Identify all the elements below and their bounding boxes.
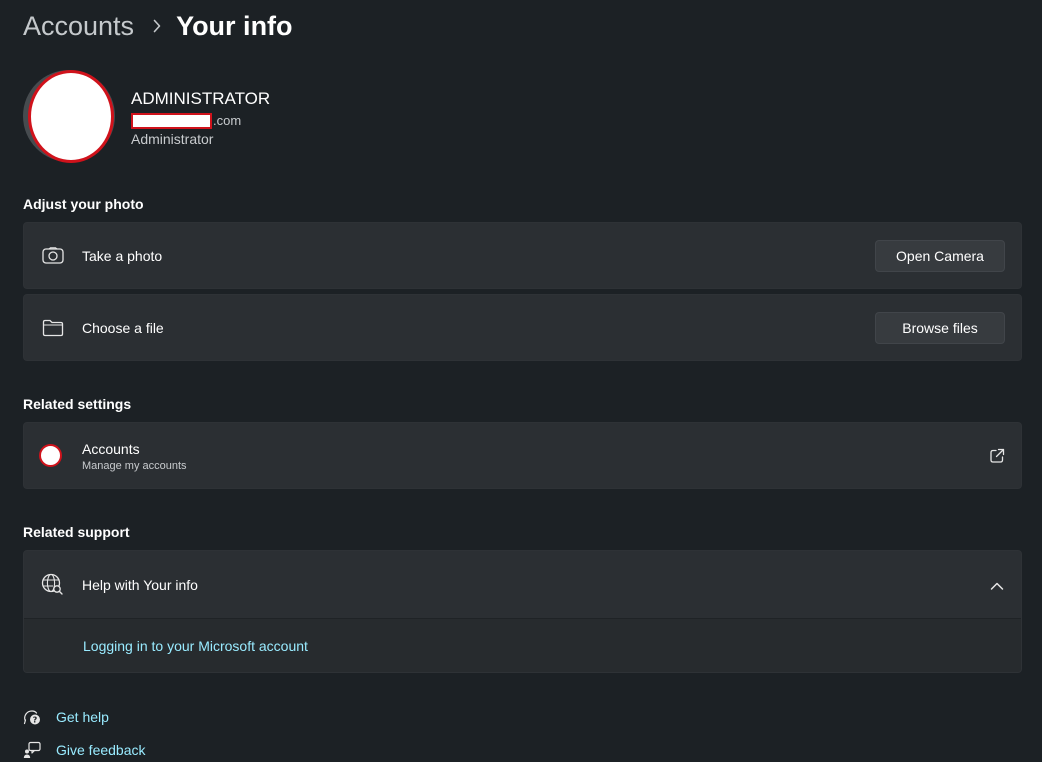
open-camera-button[interactable]: Open Camera: [875, 239, 1005, 272]
help-expander-title: Help with Your info: [82, 577, 198, 593]
help-expander: Help with Your info Logging in to your M…: [23, 550, 1022, 673]
camera-icon: [41, 244, 65, 268]
choose-file-label: Choose a file: [82, 319, 164, 336]
globe-search-icon: [41, 573, 65, 597]
profile-role: Administrator: [131, 131, 214, 147]
profile-email: .com: [131, 112, 270, 129]
take-photo-label: Take a photo: [82, 247, 163, 264]
external-link-icon[interactable]: [989, 448, 1005, 464]
email-redaction: [131, 112, 212, 129]
help-link-microsoft-account[interactable]: Logging in to your Microsoft account: [83, 638, 308, 654]
browse-files-button[interactable]: Browse files: [875, 311, 1005, 344]
accounts-subtitle: Manage my accounts: [82, 460, 187, 472]
profile-info: ADMINISTRATOR .com Administrator: [131, 89, 270, 147]
profile-name: ADMINISTRATOR: [131, 89, 271, 108]
email-suffix: .com: [213, 113, 242, 128]
chevron-up-icon[interactable]: [990, 578, 1004, 590]
accounts-text: Accounts Manage my accounts: [82, 440, 187, 474]
feedback-icon: [23, 741, 41, 759]
choose-file-card: Choose a file Browse files: [23, 294, 1022, 361]
avatar-frame: [23, 70, 115, 163]
section-heading-related-support: Related support: [23, 524, 130, 540]
take-photo-card: Take a photo Open Camera: [23, 222, 1022, 289]
section-heading-adjust-photo: Adjust your photo: [23, 196, 144, 212]
help-chat-icon: ?: [23, 708, 41, 726]
get-help-row: ? Get help: [23, 707, 109, 727]
help-expander-header[interactable]: Help with Your info: [24, 551, 1021, 618]
avatar: [28, 70, 114, 163]
folder-icon: [41, 316, 65, 340]
give-feedback-link[interactable]: Give feedback: [56, 742, 146, 758]
help-expander-content: Logging in to your Microsoft account: [24, 619, 1021, 672]
breadcrumb-accounts-link[interactable]: Accounts: [23, 11, 134, 42]
accounts-link-card[interactable]: Accounts Manage my accounts: [23, 422, 1022, 489]
accounts-icon: [39, 444, 62, 467]
page-title: Your info: [176, 10, 293, 41]
get-help-link[interactable]: Get help: [56, 709, 109, 725]
section-heading-related-settings: Related settings: [23, 396, 132, 412]
give-feedback-row: Give feedback: [23, 740, 146, 760]
accounts-title: Accounts: [82, 441, 140, 457]
breadcrumb: Accounts Your info: [23, 6, 293, 46]
chevron-right-icon: [153, 19, 161, 33]
svg-text:?: ?: [33, 716, 38, 725]
